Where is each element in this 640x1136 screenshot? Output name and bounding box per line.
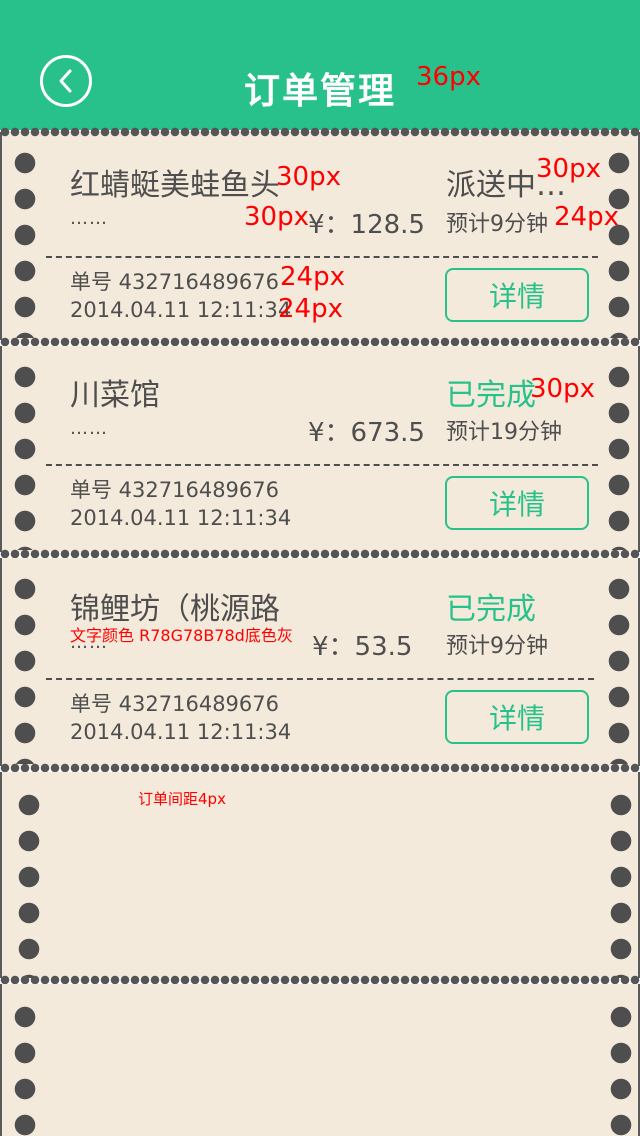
order-status: 已完成 — [446, 378, 536, 413]
order-price: ¥：673.5 — [308, 418, 425, 448]
right-perforation — [610, 794, 632, 978]
empty-order-card — [0, 984, 640, 1136]
order-card: 红蜻蜓美蛙鱼头 30px …… 30px ¥：128.5 派送中… 30px 预… — [0, 132, 640, 340]
order-datetime: 2014.04.11 12:11:34 — [70, 506, 292, 530]
size-annotation: 24px — [278, 294, 343, 324]
order-price: ¥：53.5 — [312, 632, 413, 662]
page-title: 订单管理 — [243, 71, 396, 112]
left-perforation — [14, 1006, 36, 1136]
size-annotation: 24px — [280, 262, 345, 292]
estimated-time: 预计19分钟 — [446, 420, 562, 445]
order-card: 锦鲤坊（桃源路 文字颜色 R78G78B78d底色灰 …… ¥：53.5 已完成… — [0, 558, 640, 766]
size-annotation: 24px — [554, 202, 619, 232]
left-perforation — [14, 578, 36, 764]
gap-annotation: 订单间距4px — [138, 790, 226, 808]
estimated-time: 预计9分钟 — [446, 634, 548, 659]
order-number: 单号 432716489676 — [70, 270, 280, 294]
perforation-edge — [0, 127, 640, 137]
size-annotation: 30px — [244, 202, 309, 232]
left-perforation — [14, 366, 36, 550]
empty-order-card: 订单间距4px — [0, 772, 640, 978]
order-card: 川菜馆 …… ¥：673.5 已完成 30px 预计19分钟 单号 432716… — [0, 346, 640, 552]
order-status: 已完成 — [446, 592, 536, 627]
dashed-divider — [46, 256, 598, 258]
item-summary: …… — [70, 632, 108, 653]
dashed-divider — [46, 464, 598, 466]
order-number: 单号 432716489676 — [70, 478, 280, 502]
right-perforation — [608, 578, 630, 764]
order-datetime: 2014.04.11 12:11:34 — [70, 298, 292, 322]
order-price: ¥：128.5 — [308, 210, 425, 240]
order-number: 单号 432716489676 — [70, 692, 280, 716]
order-management-screen: 订单管理 36px 红蜻蜓美蛙鱼头 30px …… 30px ¥：128.5 派… — [0, 0, 640, 1136]
detail-button[interactable]: 详情 — [445, 476, 589, 530]
detail-button[interactable]: 详情 — [445, 268, 589, 322]
size-annotation: 30px — [536, 154, 601, 184]
order-datetime: 2014.04.11 12:11:34 — [70, 720, 292, 744]
dashed-divider — [46, 678, 594, 680]
size-annotation: 30px — [276, 162, 341, 192]
detail-button[interactable]: 详情 — [445, 690, 589, 744]
size-annotation: 30px — [530, 374, 595, 404]
right-perforation — [608, 366, 630, 550]
title-size-annotation: 36px — [416, 62, 481, 92]
shop-name: 川菜馆 — [70, 378, 160, 413]
estimated-time: 预计9分钟 — [446, 212, 548, 237]
item-summary: …… — [70, 208, 108, 229]
shop-name: 红蜻蜓美蛙鱼头 — [70, 168, 280, 203]
left-perforation — [18, 794, 40, 978]
app-header: 订单管理 36px — [0, 0, 640, 130]
right-perforation — [608, 152, 630, 338]
left-perforation — [14, 152, 36, 338]
item-summary: …… — [70, 418, 108, 439]
right-perforation — [610, 1006, 632, 1136]
